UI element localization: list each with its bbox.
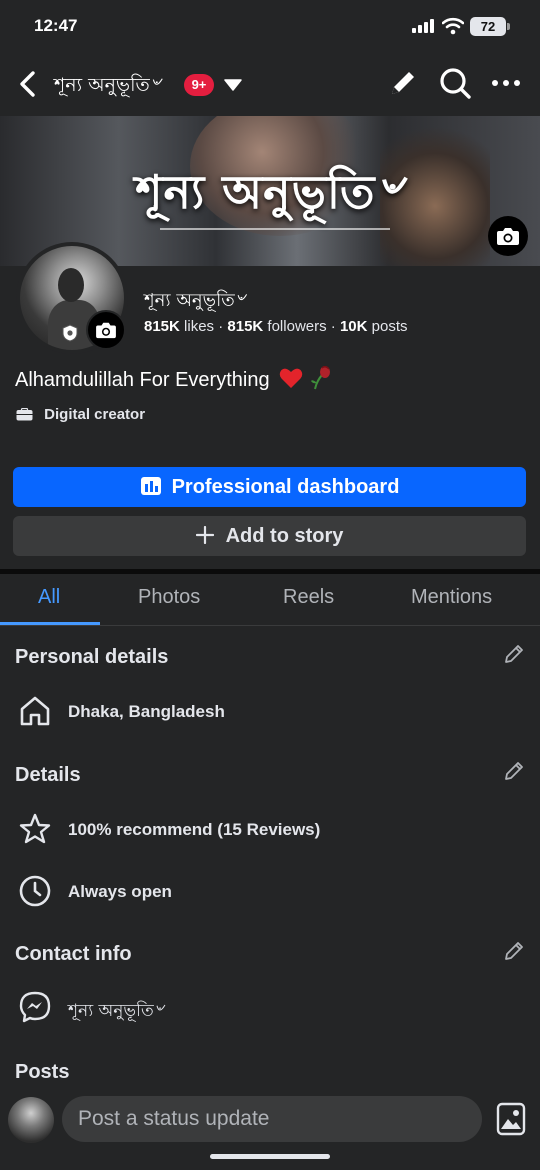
location-text: Dhaka, Bangladesh	[68, 702, 225, 721]
camera-icon	[96, 322, 116, 339]
home-icon	[20, 696, 50, 726]
chevron-down-icon[interactable]	[224, 78, 242, 92]
avatar-photo-head	[58, 268, 84, 302]
details-heading: Details	[15, 764, 81, 786]
personal-details-heading: Personal details	[15, 646, 169, 668]
active-tab-indicator	[0, 622, 100, 625]
dashboard-button-label: Professional dashboard	[171, 476, 400, 498]
posts-label: posts	[371, 318, 408, 335]
recommendation-text: 100% recommend (15 Reviews)	[68, 820, 321, 839]
messenger-row[interactable]: শূন্য অনুভূতি৺	[18, 990, 518, 1026]
red-heart-icon	[279, 368, 303, 388]
cover-decor-line	[160, 228, 390, 230]
composer-avatar	[8, 1097, 54, 1143]
search-icon[interactable]	[438, 66, 472, 100]
edit-cover-button[interactable]	[488, 216, 528, 256]
edit-avatar-button[interactable]	[86, 310, 126, 350]
star-icon	[19, 813, 51, 844]
add-story-button-label: Add to story	[225, 525, 344, 547]
wilted-rose-icon	[310, 365, 330, 390]
pencil-edit-icon[interactable]	[386, 66, 420, 100]
likes-count: 815K	[144, 318, 180, 335]
tab-photos[interactable]: Photos	[138, 586, 200, 609]
page-name-switcher[interactable]: শূন্য অনুভূতি৺	[54, 71, 161, 103]
posts-heading: Posts	[15, 1061, 70, 1083]
hours-row: Always open	[18, 874, 518, 910]
bio-text: Alhamdulillah For Everything	[15, 369, 270, 391]
wifi-icon	[442, 17, 464, 35]
recommendation-row[interactable]: 100% recommend (15 Reviews)	[18, 812, 518, 848]
hours-text: Always open	[68, 882, 172, 901]
battery-indicator: 72	[470, 17, 510, 36]
status-bar: 12:47 72	[0, 0, 540, 54]
profile-name: শূন্য অনুভূতি৺	[144, 290, 246, 311]
briefcase-icon	[16, 408, 33, 421]
camera-icon	[497, 228, 519, 245]
professional-dashboard-button[interactable]: Professional dashboard	[13, 467, 526, 507]
edit-contact-info-icon[interactable]	[503, 940, 525, 962]
cover-title-text: শূন্য অনুভূতি৺	[135, 165, 405, 219]
followers-count[interactable]: 815K	[227, 318, 263, 335]
messenger-icon	[19, 991, 51, 1023]
clock-icon	[19, 875, 51, 907]
messenger-contact-text: শূন্য অনুভূতি৺	[68, 1001, 165, 1021]
home-indicator	[210, 1154, 330, 1159]
posts-count: 10K	[339, 318, 368, 335]
tab-all[interactable]: All	[38, 586, 60, 609]
back-arrow-icon[interactable]	[14, 68, 42, 100]
followers-label[interactable]: followers	[267, 318, 326, 335]
location-row: Dhaka, Bangladesh	[18, 694, 518, 730]
shield-icon	[62, 324, 78, 342]
tab-mentions[interactable]: Mentions	[411, 586, 492, 609]
top-navigation: শূন্য অনুভূতি৺ 9+	[0, 58, 540, 110]
profile-stats: 815K likes · 815K followers · 10K posts	[144, 318, 408, 335]
likes-label: likes	[184, 318, 215, 335]
tab-reels[interactable]: Reels	[283, 586, 334, 609]
category-label: Digital creator	[44, 406, 146, 423]
plus-icon	[195, 526, 214, 544]
profile-bio: Alhamdulillah For Everything	[15, 364, 333, 392]
edit-personal-details-icon[interactable]	[503, 643, 525, 665]
status-time: 12:47	[34, 16, 78, 35]
dashboard-chart-icon	[140, 477, 161, 495]
photo-upload-icon[interactable]	[496, 1102, 526, 1136]
notification-badge: 9+	[184, 74, 214, 96]
cellular-signal-icon	[412, 19, 434, 33]
add-to-story-button[interactable]: Add to story	[13, 516, 526, 556]
edit-details-icon[interactable]	[503, 760, 525, 782]
profile-tabs: All Photos Reels Mentions	[0, 574, 540, 626]
more-options-icon[interactable]	[490, 68, 522, 98]
profile-category: Digital creator	[16, 406, 145, 423]
contact-info-heading: Contact info	[15, 943, 132, 965]
status-update-input[interactable]: Post a status update	[62, 1096, 482, 1142]
